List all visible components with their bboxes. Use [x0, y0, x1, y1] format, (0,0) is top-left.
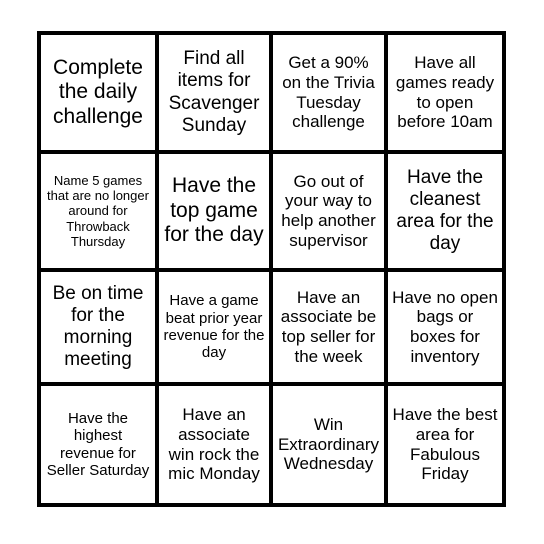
bingo-cell-r3c1[interactable]: Be on time for the morning meeting	[41, 272, 159, 386]
bingo-cell-label: Go out of your way to help another super…	[281, 171, 376, 250]
bingo-cell-r2c4[interactable]: Have the cleanest area for the day	[388, 154, 502, 272]
bingo-cell-label: Complete the daily challenge	[53, 55, 143, 128]
bingo-card-grid: Complete the daily challenge Find all ite…	[37, 31, 506, 507]
bingo-cell-label: Be on time for the morning meeting	[52, 282, 144, 371]
bingo-cell-r3c3[interactable]: Have an associate be top seller for the …	[273, 272, 388, 386]
bingo-cell-r4c2[interactable]: Have an associate win rock the mic Monda…	[159, 386, 273, 503]
bingo-cell-label: Have the best area for Fabulous Friday	[392, 405, 498, 484]
bingo-cell-label: Have the cleanest area for the day	[396, 166, 494, 255]
bingo-cell-r1c2[interactable]: Find all items for Scavenger Sunday	[159, 35, 273, 154]
bingo-cell-r3c2[interactable]: Have a game beat prior year revenue for …	[159, 272, 273, 386]
bingo-cell-label: Have no open bags or boxes for inventory	[392, 287, 498, 366]
bingo-cell-r3c4[interactable]: Have no open bags or boxes for inventory	[388, 272, 502, 386]
bingo-cell-label: Have an associate win rock the mic Monda…	[168, 405, 260, 484]
bingo-cell-label: Find all items for Scavenger Sunday	[168, 48, 260, 136]
bingo-cell-r1c3[interactable]: Get a 90% on the Trivia Tuesday challeng…	[273, 35, 388, 154]
bingo-cell-r2c2[interactable]: Have the top game for the day	[159, 154, 273, 272]
bingo-cell-r2c1[interactable]: Name 5 games that are no longer around f…	[41, 154, 159, 272]
bingo-cell-label: Have the top game for the day	[164, 174, 264, 247]
bingo-cell-r1c1[interactable]: Complete the daily challenge	[41, 35, 159, 154]
bingo-cell-label: Have a game beat prior year revenue for …	[163, 292, 265, 362]
bingo-cell-label: Win Extraordinary Wednesday	[277, 414, 380, 474]
bingo-cell-label: Name 5 games that are no longer around f…	[47, 173, 149, 249]
bingo-cell-r4c1[interactable]: Have the highest revenue for Seller Satu…	[41, 386, 159, 503]
bingo-cell-r4c4[interactable]: Have the best area for Fabulous Friday	[388, 386, 502, 503]
bingo-cell-label: Have the highest revenue for Seller Satu…	[46, 409, 150, 479]
bingo-cell-label: Get a 90% on the Trivia Tuesday challeng…	[282, 53, 375, 132]
bingo-cell-r1c4[interactable]: Have all games ready to open before 10am	[388, 35, 502, 154]
bingo-cell-r2c3[interactable]: Go out of your way to help another super…	[273, 154, 388, 272]
bingo-cell-label: Have all games ready to open before 10am	[395, 53, 495, 132]
bingo-cell-label: Have an associate be top seller for the …	[280, 287, 377, 366]
bingo-cell-r4c3[interactable]: Win Extraordinary Wednesday	[273, 386, 388, 503]
